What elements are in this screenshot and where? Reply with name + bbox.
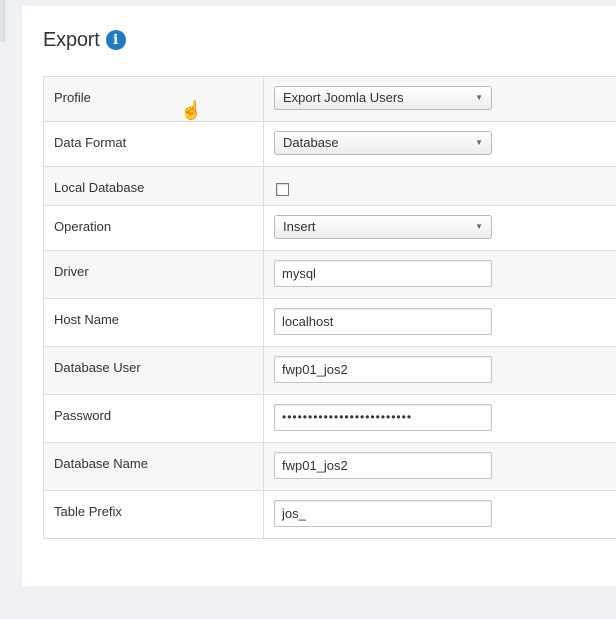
- data-format-select[interactable]: Database ▼: [274, 131, 492, 155]
- database-user-label: Database User: [43, 346, 264, 395]
- chevron-down-icon: ▼: [475, 93, 483, 102]
- sidebar-edge: [0, 0, 5, 42]
- operation-label: Operation: [43, 205, 264, 251]
- data-format-select-value: Database: [283, 135, 339, 150]
- data-format-label: Data Format: [43, 121, 264, 167]
- row-database-name: Database Name fwp01_jos2: [43, 442, 616, 491]
- row-profile: Profile Export Joomla Users ▼: [43, 76, 616, 122]
- chevron-down-icon: ▼: [475, 138, 483, 147]
- table-prefix-label: Table Prefix: [43, 490, 264, 539]
- table-prefix-input[interactable]: jos_: [274, 500, 492, 527]
- row-host-name: Host Name localhost: [43, 298, 616, 347]
- operation-select[interactable]: Insert ▼: [274, 215, 492, 239]
- driver-input[interactable]: mysql: [274, 260, 492, 287]
- database-name-input[interactable]: fwp01_jos2: [274, 452, 492, 479]
- operation-select-value: Insert: [283, 219, 316, 234]
- page-title: Export: [43, 28, 100, 51]
- password-input[interactable]: •••••••••••••••••••••••••: [274, 404, 492, 431]
- host-name-label: Host Name: [43, 298, 264, 347]
- row-data-format: Data Format Database ▼: [43, 121, 616, 167]
- database-user-input[interactable]: fwp01_jos2: [274, 356, 492, 383]
- hand-pointer-icon: ☝: [180, 100, 203, 120]
- profile-select[interactable]: Export Joomla Users ▼: [274, 86, 492, 110]
- host-name-input[interactable]: localhost: [274, 308, 492, 335]
- chevron-down-icon: ▼: [475, 222, 483, 231]
- row-driver: Driver mysql: [43, 250, 616, 299]
- database-name-label: Database Name: [43, 442, 264, 491]
- row-database-user: Database User fwp01_jos2: [43, 346, 616, 395]
- profile-select-value: Export Joomla Users: [283, 90, 404, 105]
- page-header: Export i: [43, 26, 126, 54]
- profile-label: Profile: [43, 76, 264, 122]
- row-local-database: Local Database: [43, 166, 616, 206]
- local-database-label: Local Database: [43, 166, 264, 206]
- password-label: Password: [43, 394, 264, 443]
- export-panel: Export i Profile Export Joomla Users ▼ D…: [22, 6, 616, 586]
- row-operation: Operation Insert ▼: [43, 205, 616, 251]
- info-icon[interactable]: i: [105, 30, 126, 50]
- row-password: Password •••••••••••••••••••••••••: [43, 394, 616, 443]
- export-form-table: Profile Export Joomla Users ▼ Data Forma…: [43, 76, 616, 539]
- driver-label: Driver: [43, 250, 264, 299]
- local-database-checkbox[interactable]: [276, 183, 289, 196]
- row-table-prefix: Table Prefix jos_: [43, 490, 616, 539]
